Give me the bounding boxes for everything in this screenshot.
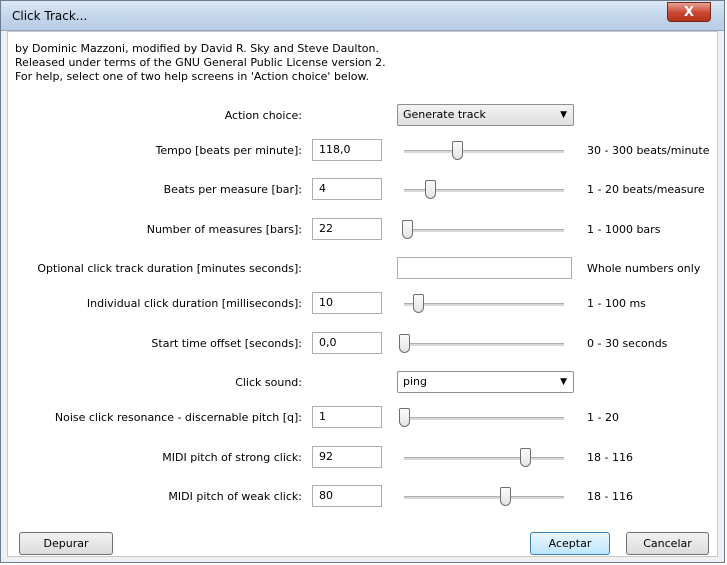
offset-label: Start time offset [seconds]: [151, 337, 302, 350]
weak-range: 18 - 116 [587, 490, 633, 503]
measures-range: 1 - 1000 bars [587, 223, 661, 236]
strong-input[interactable]: 92 [312, 446, 382, 468]
offset-row: Start time offset [seconds]: 0,0 0 - 30 … [8, 332, 717, 356]
action-select[interactable]: Generate track ▼ [397, 104, 574, 126]
tempo-row: Tempo [beats per minute]: 118,0 30 - 300… [8, 139, 717, 163]
click-duration-input[interactable]: 10 [312, 292, 382, 314]
info-line: by Dominic Mazzoni, modified by David R.… [15, 42, 379, 55]
strong-slider[interactable] [404, 446, 564, 470]
tempo-range: 30 - 300 beats/minute [587, 144, 710, 157]
measures-row: Number of measures [bars]: 22 1 - 1000 b… [8, 218, 717, 242]
info-text: by Dominic Mazzoni, modified by David R.… [15, 42, 386, 84]
measures-slider[interactable] [402, 218, 564, 242]
resonance-range: 1 - 20 [587, 411, 619, 424]
duration-hint: Whole numbers only [587, 262, 701, 275]
cancel-button[interactable]: Cancelar [626, 532, 709, 555]
measures-label: Number of measures [bars]: [146, 223, 302, 236]
weak-label: MIDI pitch of weak click: [168, 490, 302, 503]
offset-input[interactable]: 0,0 [312, 332, 382, 354]
beats-label: Beats per measure [bar]: [163, 183, 302, 196]
strong-range: 18 - 116 [587, 451, 633, 464]
offset-range: 0 - 30 seconds [587, 337, 668, 350]
action-row: Action choice: Generate track ▼ [8, 104, 717, 128]
slider-thumb[interactable] [399, 334, 410, 353]
beats-slider[interactable] [404, 178, 564, 202]
debug-button[interactable]: Depurar [19, 532, 113, 555]
slider-thumb[interactable] [402, 220, 414, 239]
slider-thumb[interactable] [424, 180, 436, 199]
sound-label: Click sound: [235, 376, 302, 389]
resonance-label: Noise click resonance - discernable pitc… [54, 411, 302, 424]
action-label: Action choice: [224, 109, 302, 122]
slider-thumb[interactable] [399, 408, 410, 427]
click-duration-row: Individual click duration [milliseconds]… [8, 292, 717, 316]
resonance-row: Noise click resonance - discernable pitc… [8, 406, 717, 430]
dropdown-arrow-icon: ▼ [560, 377, 567, 387]
info-line: Released under terms of the GNU General … [15, 56, 386, 69]
measures-input[interactable]: 22 [312, 218, 382, 240]
resonance-slider[interactable] [399, 406, 564, 430]
weak-slider[interactable] [404, 485, 564, 509]
beats-range: 1 - 20 beats/measure [587, 183, 705, 196]
duration-label: Optional click track duration [minutes s… [37, 262, 302, 275]
title-bar: Click Track... X [1, 1, 724, 31]
slider-thumb[interactable] [413, 294, 425, 313]
info-line: For help, select one of two help screens… [15, 70, 369, 83]
tempo-slider[interactable] [404, 139, 564, 163]
slider-thumb[interactable] [519, 448, 531, 467]
strong-row: MIDI pitch of strong click: 92 18 - 116 [8, 446, 717, 470]
slider-thumb[interactable] [500, 487, 512, 506]
duration-input[interactable] [397, 257, 572, 279]
weak-input[interactable]: 80 [312, 485, 382, 507]
offset-slider[interactable] [399, 332, 564, 356]
click-duration-range: 1 - 100 ms [587, 297, 646, 310]
sound-value: ping [403, 375, 427, 388]
weak-row: MIDI pitch of weak click: 80 18 - 116 [8, 485, 717, 509]
beats-row: Beats per measure [bar]: 4 1 - 20 beats/… [8, 178, 717, 202]
click-track-dialog: Click Track... X by Dominic Mazzoni, mod… [0, 0, 725, 563]
tempo-label: Tempo [beats per minute]: [155, 144, 302, 157]
duration-row: Optional click track duration [minutes s… [8, 257, 717, 281]
resonance-input[interactable]: 1 [312, 406, 382, 428]
dialog-content: by Dominic Mazzoni, modified by David R.… [7, 31, 718, 557]
window-title: Click Track... [12, 9, 88, 23]
close-button[interactable]: X [667, 2, 711, 22]
ok-button[interactable]: Aceptar [530, 532, 610, 555]
sound-select[interactable]: ping ▼ [397, 371, 574, 393]
sound-row: Click sound: ping ▼ [8, 371, 717, 395]
close-icon: X [683, 5, 695, 20]
action-value: Generate track [403, 108, 486, 121]
slider-thumb[interactable] [451, 141, 463, 160]
click-duration-label: Individual click duration [milliseconds]… [86, 297, 302, 310]
strong-label: MIDI pitch of strong click: [162, 451, 302, 464]
dropdown-arrow-icon: ▼ [560, 110, 567, 120]
beats-input[interactable]: 4 [312, 178, 382, 200]
tempo-input[interactable]: 118,0 [312, 139, 382, 161]
click-duration-slider[interactable] [404, 292, 564, 316]
